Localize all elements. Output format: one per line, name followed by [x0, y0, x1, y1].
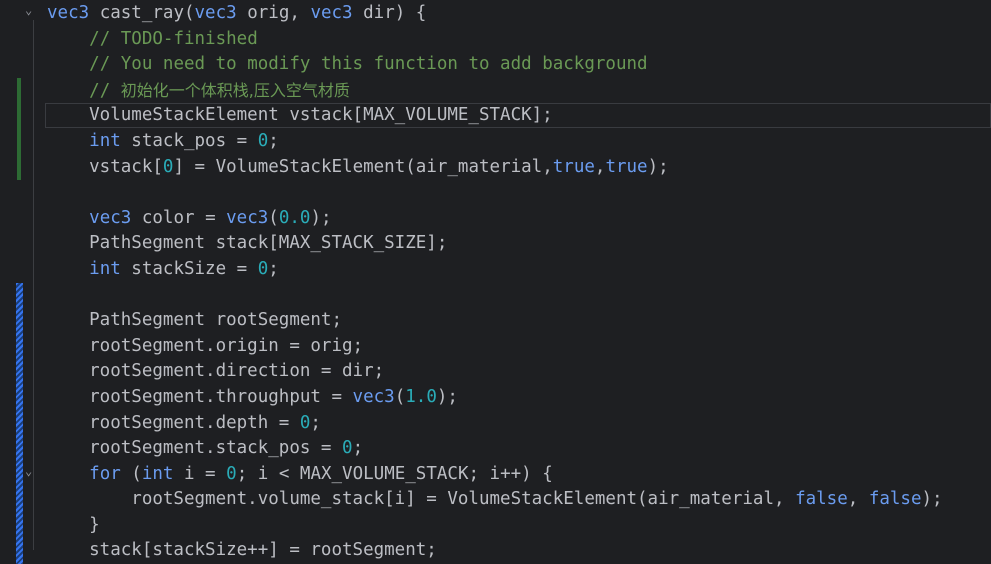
code-line[interactable]	[47, 180, 943, 206]
code-token: ,	[594, 156, 606, 177]
code-line[interactable]: vec3 color = vec3(0.0);	[47, 206, 943, 232]
code-token: 0	[299, 412, 311, 433]
code-line[interactable]: vstack[0] = VolumeStackElement(air_mater…	[47, 155, 943, 181]
code-editor[interactable]: ⌄ ⌄ vec3 cast_ray(vec3 orig, vec3 dir) {…	[0, 0, 991, 564]
code-line[interactable]: }	[47, 513, 943, 539]
code-token: vec3	[226, 207, 269, 228]
code-line[interactable]: for (int i = 0; i < MAX_VOLUME_STACK; i+…	[47, 462, 943, 488]
code-token: 0	[226, 463, 237, 484]
code-token: PathSegment stack[MAX_STACK_SIZE];	[47, 233, 448, 254]
code-token: ;	[268, 258, 279, 279]
code-line[interactable]: // You need to modify this function to a…	[47, 52, 943, 78]
code-token: // You need to modify this function to a…	[89, 54, 648, 75]
code-token: 1.0	[405, 386, 437, 407]
code-token: 0	[257, 130, 269, 151]
code-token: }	[47, 514, 100, 535]
code-token: rootSegment.stack_pos =	[47, 438, 343, 459]
code-token: );	[921, 489, 943, 510]
code-token: );	[647, 156, 669, 177]
code-token: ; i < MAX_VOLUME_STACK; i++) {	[236, 463, 553, 484]
code-token: (	[120, 463, 142, 484]
code-token: orig,	[236, 3, 311, 23]
code-token: rootSegment.direction = dir;	[47, 361, 385, 382]
code-line[interactable]: VolumeStackElement vstack[MAX_VOLUME_STA…	[47, 103, 943, 129]
code-line[interactable]: rootSegment.stack_pos = 0;	[47, 436, 943, 462]
code-token: // TODO-finished	[89, 28, 258, 49]
vcs-added-marker[interactable]	[17, 78, 21, 180]
code-line[interactable]: rootSegment.origin = orig;	[47, 334, 943, 360]
code-token: ;	[310, 412, 321, 433]
code-token: ;	[268, 130, 279, 151]
code-area[interactable]: vec3 cast_ray(vec3 orig, vec3 dir) { // …	[47, 1, 943, 564]
code-token: i =	[173, 463, 227, 484]
code-token: //	[89, 80, 121, 101]
code-token: (	[394, 386, 406, 407]
code-line[interactable]: PathSegment rootSegment;	[47, 308, 943, 334]
code-token: ] = VolumeStackElement(air_material,	[173, 156, 553, 177]
code-token: false	[868, 489, 922, 510]
code-line[interactable]: int stackSize = 0;	[47, 257, 943, 283]
code-token: false	[795, 489, 848, 510]
code-token: ;	[352, 438, 364, 459]
code-line[interactable]: vec3 cast_ray(vec3 orig, vec3 dir) {	[47, 1, 943, 27]
editor-gutter: ⌄ ⌄	[0, 0, 42, 564]
code-line[interactable]: int stack_pos = 0;	[47, 129, 943, 155]
code-token: vec3	[310, 3, 353, 23]
code-token: int	[141, 463, 174, 484]
code-token: 初始化一个体积栈,压入空气材质	[120, 80, 350, 100]
code-token: vec3	[194, 3, 237, 23]
code-token: rootSegment.volume_stack[i] = VolumeStac…	[47, 489, 796, 510]
code-token: stackSize =	[120, 258, 258, 279]
code-line[interactable]: // 初始化一个体积栈,压入空气材质	[47, 78, 943, 104]
code-token: 0	[257, 258, 269, 279]
code-token: vec3	[47, 3, 90, 23]
fold-function-chevron-down-icon[interactable]: ⌄	[25, 4, 35, 16]
code-token: ,	[847, 489, 869, 510]
code-token: for	[89, 463, 121, 484]
code-line[interactable]: rootSegment.throughput = vec3(1.0);	[47, 385, 943, 411]
code-token: dir) {	[352, 3, 427, 23]
code-token: stack[stackSize++] = rootSegment;	[47, 540, 437, 561]
code-token: VolumeStackElement vstack[MAX_VOLUME_STA…	[47, 105, 553, 126]
code-token: 0.0	[278, 207, 311, 228]
code-token: stack_pos =	[120, 130, 258, 151]
code-token: 0	[342, 438, 353, 459]
code-token: true	[552, 156, 595, 177]
code-line[interactable]: rootSegment.volume_stack[i] = VolumeStac…	[47, 487, 943, 513]
code-line[interactable]: rootSegment.direction = dir;	[47, 359, 943, 385]
code-token: vec3	[352, 386, 395, 407]
fold-loop-chevron-down-icon[interactable]: ⌄	[25, 465, 35, 477]
code-token: int	[89, 130, 121, 151]
code-token: PathSegment rootSegment;	[47, 310, 343, 331]
code-token: rootSegment.origin = orig;	[47, 335, 364, 356]
code-line[interactable]: PathSegment stack[MAX_STACK_SIZE];	[47, 231, 943, 257]
code-line[interactable]	[47, 283, 943, 309]
code-token: color =	[131, 207, 227, 228]
code-token: vstack[	[47, 156, 163, 177]
code-line[interactable]: stack[stackSize++] = rootSegment;	[47, 538, 943, 564]
code-line[interactable]: // TODO-finished	[47, 27, 943, 53]
code-token: 0	[162, 156, 174, 177]
code-token: (	[268, 207, 279, 228]
code-token: true	[605, 156, 648, 177]
code-token: );	[310, 207, 332, 228]
vcs-modified-marker[interactable]	[16, 283, 23, 564]
code-token: int	[89, 258, 121, 279]
code-token: );	[436, 386, 458, 407]
code-token: rootSegment.throughput =	[47, 386, 353, 407]
code-token: cast_ray(	[89, 3, 195, 23]
code-line[interactable]: rootSegment.depth = 0;	[47, 411, 943, 437]
code-token: rootSegment.depth =	[47, 412, 300, 433]
code-token: vec3	[89, 207, 132, 228]
